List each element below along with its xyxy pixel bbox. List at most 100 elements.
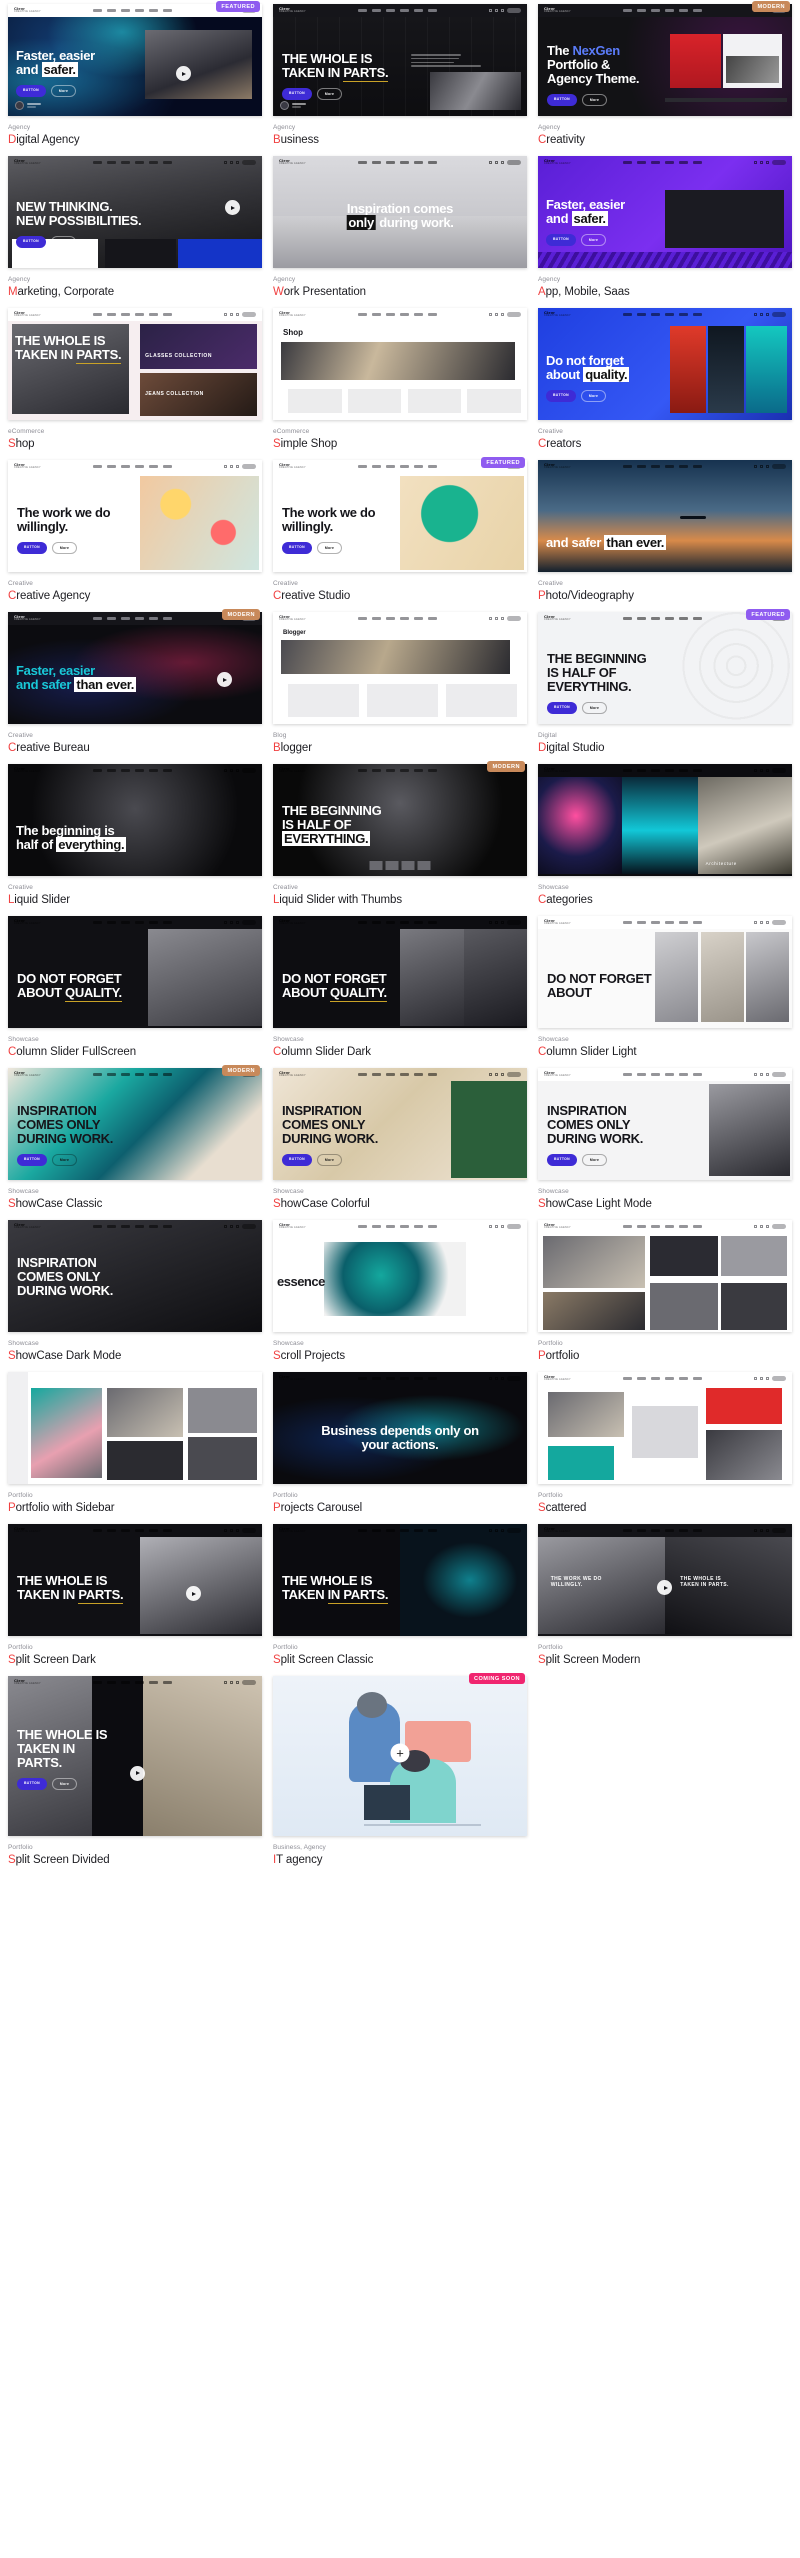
demo-card[interactable]: Clevr CREATIVE AGENCY The NexGen Portfolio …	[538, 4, 792, 146]
demo-hero-secondary-button[interactable]: More	[52, 1154, 77, 1166]
demo-thumbnail[interactable]: Clevr CREATIVE AGENCY THE WHOLE IS TAKEN IN…	[8, 308, 262, 420]
demo-hero-secondary-button[interactable]: More	[317, 542, 342, 554]
demo-title[interactable]: Creative Bureau	[8, 742, 262, 754]
demo-hero-primary-button[interactable]: BUTTON	[547, 94, 577, 106]
demo-title[interactable]: Split Screen Dark	[8, 1654, 262, 1666]
demo-card[interactable]: Clevr CREATIVE AGENCY DO NOT FORGET ABOUT Sh…	[538, 916, 792, 1058]
demo-title[interactable]: ShowCase Colorful	[273, 1198, 527, 1210]
demo-title[interactable]: Creative Agency	[8, 590, 262, 602]
demo-card[interactable]: Clevr CREATIVE AGENCY Inspiration comes onl…	[273, 156, 527, 298]
demo-title[interactable]: Portfolio	[538, 1350, 792, 1362]
demo-title[interactable]: Creators	[538, 438, 792, 450]
demo-hero-primary-button[interactable]: BUTTON	[17, 1778, 47, 1790]
demo-thumbnail[interactable]: Clevr CREATIVE AGENCY THE WHOLE IS TAKEN IN…	[273, 1524, 527, 1636]
demo-card[interactable]: Clevr CREATIVE AGENCY INSPIRATION COMES ONL…	[273, 1068, 527, 1210]
demo-hero-secondary-button[interactable]: More	[51, 85, 76, 97]
demo-thumbnail[interactable]: Clevr CREATIVE AGENCY DO NOT FORGET ABOUT Q…	[8, 916, 262, 1028]
demo-thumbnail[interactable]: Clevr CREATIVE AGENCY	[538, 1372, 792, 1484]
demo-card[interactable]: + COMING SOON Business, Agency IT agency	[273, 1676, 527, 1866]
demo-thumbnail[interactable]: Clevr CREATIVE AGENCY INSPIRATION COMES ONL…	[8, 1068, 262, 1180]
demo-title[interactable]: ShowCase Light Mode	[538, 1198, 792, 1210]
demo-thumbnail[interactable]: Clevr CREATIVE AGENCY THE WHOLE IS TAKEN IN…	[8, 1676, 262, 1836]
demo-thumbnail[interactable]: Clevr CREATIVE AGENCY NEW THINKING. NEW POS…	[8, 156, 262, 268]
demo-title[interactable]: Work Presentation	[273, 286, 527, 298]
demo-card[interactable]: Clevr CREATIVE AGENCY Shop eCommerce Simple …	[273, 308, 527, 450]
demo-card[interactable]: Clevr CREATIVE AGENCY Faster, easier and sa…	[8, 612, 262, 754]
demo-card[interactable]: Clevr CREATIVE AGENCY INSPIRATION COMES ONL…	[8, 1220, 262, 1362]
demo-card[interactable]: Clevr CREATIVE AGENCY THE WORK WE DO WILLIN…	[538, 1524, 792, 1666]
demo-thumbnail[interactable]: Clevr CREATIVE AGENCY Do not forget about q…	[538, 308, 792, 420]
demo-title[interactable]: Business	[273, 134, 527, 146]
demo-card[interactable]: Clevr CREATIVE AGENCY essence Showcase Scrol…	[273, 1220, 527, 1362]
demo-card[interactable]: Clevr CREATIVE AGENCY THE WHOLE IS TAKEN IN…	[273, 1524, 527, 1666]
demo-thumbnail[interactable]: Clevr CREATIVE AGENCY Faster, easier and sa…	[538, 156, 792, 268]
demo-title[interactable]: ShowCase Classic	[8, 1198, 262, 1210]
demo-card[interactable]: Clevr CREATIVE AGENCY THE WHOLE IS TAKEN IN…	[8, 1524, 262, 1666]
demo-thumbnail[interactable]: Clevr CREATIVE AGENCY DO NOT FORGET ABOUT Q…	[273, 916, 527, 1028]
demo-title[interactable]: Categories	[538, 894, 792, 906]
demo-card[interactable]: Clevr CREATIVE AGENCY THE WHOLE IS TAKEN IN…	[8, 1676, 262, 1866]
demo-card[interactable]: Clevr CREATIVE AGENCY Blogger Blog Blogger	[273, 612, 527, 754]
demo-hero-secondary-button[interactable]: More	[52, 542, 77, 554]
demo-thumbnail[interactable]: Clevr CREATIVE AGENCY DO NOT FORGET ABOUT	[538, 916, 792, 1028]
demo-hero-primary-button[interactable]: BUTTON	[546, 234, 576, 246]
demo-hero-primary-button[interactable]: BUTTON	[16, 236, 46, 248]
demo-card[interactable]: Clevr CREATIVE AGENCY Architecture Showcase…	[538, 764, 792, 906]
demo-title[interactable]: Blogger	[273, 742, 527, 754]
demo-card[interactable]: Clevr CREATIVE AGENCY THE WHOLE IS TAKEN IN…	[273, 4, 527, 146]
demo-thumbnail[interactable]: Clevr CREATIVE AGENCY THE WHOLE IS TAKEN IN…	[273, 4, 527, 116]
demo-title[interactable]: Shop	[8, 438, 262, 450]
demo-card[interactable]: Clevr CREATIVE AGENCY The work we do willin…	[8, 460, 262, 602]
demo-title[interactable]: Scroll Projects	[273, 1350, 527, 1362]
demo-thumbnail[interactable]: Clevr CREATIVE AGENCY THE BEGINNING IS HALF…	[273, 764, 527, 876]
demo-title[interactable]: ShowCase Dark Mode	[8, 1350, 262, 1362]
demo-hero-primary-button[interactable]: BUTTON	[17, 542, 47, 554]
demo-title[interactable]: Digital Agency	[8, 134, 262, 146]
demo-title[interactable]: Liquid Slider	[8, 894, 262, 906]
demo-card[interactable]: Clevr CREATIVE AGENCY DO NOT FORGET ABOUT Q…	[8, 916, 262, 1058]
demo-card[interactable]: Clevr CREATIVE AGENCY and safer than ever.…	[538, 460, 792, 602]
demo-card[interactable]: Clevr CREATIVE AGENCY Business depends onl…	[273, 1372, 527, 1514]
demo-hero-secondary-button[interactable]: More	[51, 236, 76, 248]
demo-title[interactable]: Digital Studio	[538, 742, 792, 754]
demo-thumbnail[interactable]: Clevr CREATIVE AGENCY INSPIRATION COMES ONL…	[273, 1068, 527, 1180]
demo-hero-primary-button[interactable]: BUTTON	[282, 88, 312, 100]
demo-thumbnail[interactable]: Clevr CREATIVE AGENCY Blogger	[273, 612, 527, 724]
demo-card[interactable]: Clevr CREATIVE AGENCY The work we do willin…	[273, 460, 527, 602]
demo-thumbnail[interactable]: Clevr CREATIVE AGENCY	[538, 1220, 792, 1332]
demo-card[interactable]: Portfolio Portfolio with Sidebar	[8, 1372, 262, 1514]
demo-card[interactable]: Clevr CREATIVE AGENCY Faster, easier and sa…	[538, 156, 792, 298]
demo-thumbnail[interactable]	[8, 1372, 262, 1484]
demo-title[interactable]: Liquid Slider with Thumbs	[273, 894, 527, 906]
demo-hero-primary-button[interactable]: BUTTON	[282, 542, 312, 554]
demo-thumbnail[interactable]: Clevr CREATIVE AGENCY INSPIRATION COMES ONL…	[8, 1220, 262, 1332]
demo-title[interactable]: Creative Studio	[273, 590, 527, 602]
demo-hero-secondary-button[interactable]: More	[581, 390, 606, 402]
demo-title[interactable]: Split Screen Classic	[273, 1654, 527, 1666]
demo-thumbnail[interactable]: Clevr CREATIVE AGENCY essence	[273, 1220, 527, 1332]
demo-title[interactable]: Column Slider FullScreen	[8, 1046, 262, 1058]
demo-thumbnail[interactable]: Clevr CREATIVE AGENCY Business depends onl…	[273, 1372, 527, 1484]
demo-card[interactable]: Clevr CREATIVE AGENCY DO NOT FORGET ABOUT Q…	[273, 916, 527, 1058]
demo-hero-primary-button[interactable]: BUTTON	[546, 390, 576, 402]
demo-card[interactable]: Clevr CREATIVE AGENCY Portfolio Portfolio	[538, 1220, 792, 1362]
demo-title[interactable]: Column Slider Dark	[273, 1046, 527, 1058]
demo-card[interactable]: Clevr CREATIVE AGENCY THE BEGINNING IS HALF…	[538, 612, 792, 754]
demo-title[interactable]: Simple Shop	[273, 438, 527, 450]
demo-title[interactable]: Projects Carousel	[273, 1502, 527, 1514]
demo-hero-secondary-button[interactable]: More	[582, 94, 607, 106]
demo-thumbnail[interactable]: Clevr CREATIVE AGENCY The work we do willin…	[8, 460, 262, 572]
demo-thumbnail[interactable]: Clevr CREATIVE AGENCY Faster, easier and sa…	[8, 4, 262, 116]
demo-thumbnail[interactable]: Clevr CREATIVE AGENCY The beginning is half…	[8, 764, 262, 876]
demo-card[interactable]: Clevr CREATIVE AGENCY Faster, easier and sa…	[8, 4, 262, 146]
demo-hero-secondary-button[interactable]: More	[317, 1154, 342, 1166]
demo-thumbnail[interactable]: +	[273, 1676, 527, 1836]
demo-thumbnail[interactable]: Clevr CREATIVE AGENCY Faster, easier and sa…	[8, 612, 262, 724]
demo-title[interactable]: Split Screen Modern	[538, 1654, 792, 1666]
demo-thumbnail[interactable]: Clevr CREATIVE AGENCY Inspiration comes onl…	[273, 156, 527, 268]
demo-title[interactable]: Scattered	[538, 1502, 792, 1514]
demo-thumbnail[interactable]: Clevr CREATIVE AGENCY THE BEGINNING IS HALF…	[538, 612, 792, 724]
demo-card[interactable]: Clevr CREATIVE AGENCY Portfolio Scattered	[538, 1372, 792, 1514]
demo-thumbnail[interactable]: Clevr CREATIVE AGENCY INSPIRATION COMES ONL…	[538, 1068, 792, 1180]
demo-thumbnail[interactable]: Clevr CREATIVE AGENCY The work we do willin…	[273, 460, 527, 572]
